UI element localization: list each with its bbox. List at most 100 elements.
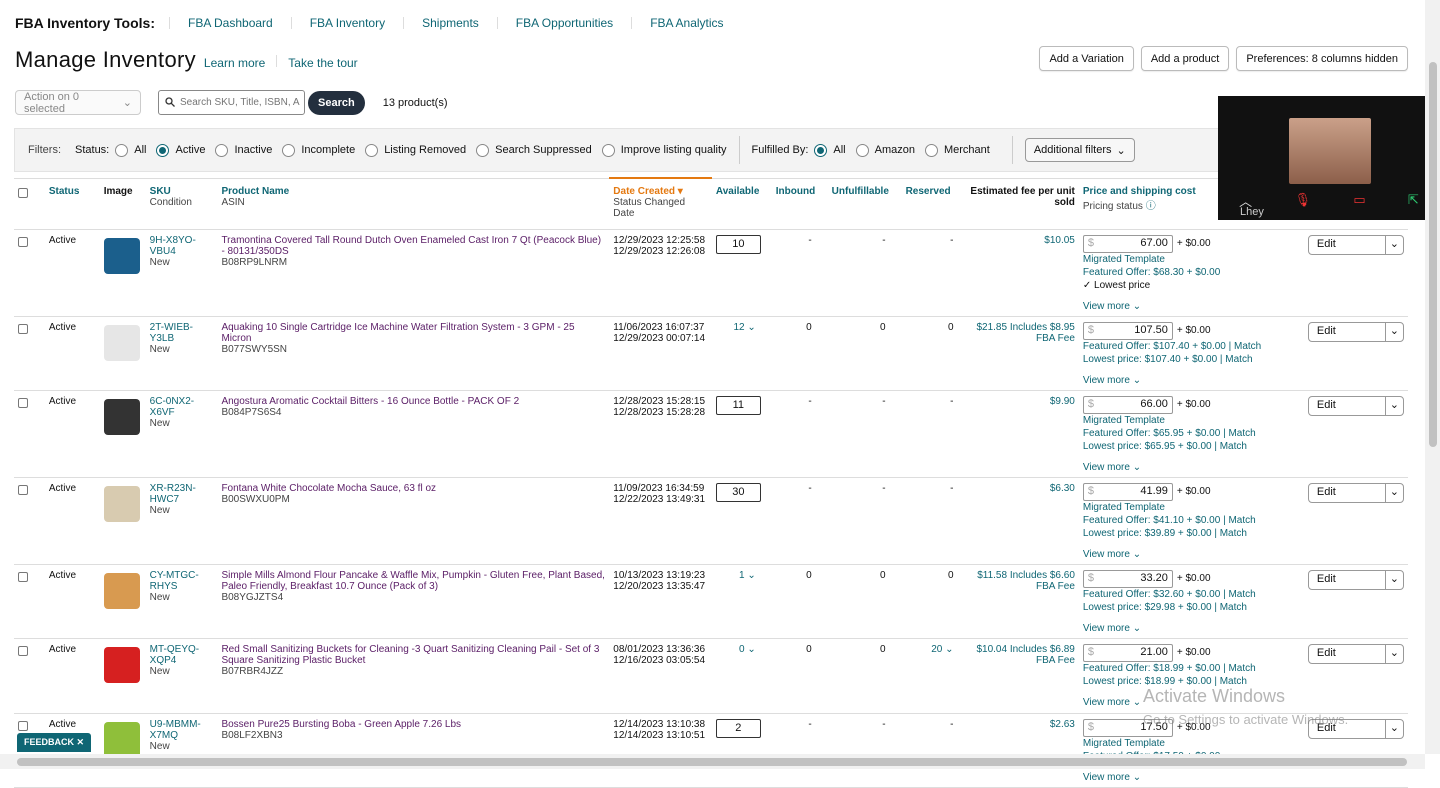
chevron-down-icon[interactable]: ⌄ [1385,571,1403,589]
view-more-link[interactable]: View more ⌄ [1083,623,1300,634]
vertical-scrollbar[interactable] [1425,0,1440,754]
product-image[interactable] [104,647,140,683]
price-input[interactable]: $66.00 [1083,396,1173,414]
take-tour-link[interactable]: Take the tour [288,56,357,70]
select-all-checkbox[interactable] [18,188,28,198]
header-unfulfillable[interactable]: Unfulfillable [828,178,902,229]
available-quantity-input[interactable]: 30 [716,483,761,502]
add-product-button[interactable]: Add a product [1141,46,1230,71]
header-available[interactable]: Available [712,178,772,229]
price-input[interactable]: $107.50 [1083,322,1173,340]
product-name-link[interactable]: Aquaking 10 Single Cartridge Ice Machine… [221,322,574,344]
add-variation-button[interactable]: Add a Variation [1039,46,1133,71]
video-call-overlay[interactable]: ︿ 🎙 ▭ ⇱ Lhey [1218,96,1440,220]
mic-muted-icon[interactable]: 🎙 [1294,192,1311,208]
row-checkbox[interactable] [18,721,28,731]
chevron-down-icon[interactable]: ⌄ [1385,720,1403,738]
sku-link[interactable]: U9-MBMM-X7MQ [150,719,201,741]
search-box[interactable] [158,90,305,115]
price-input[interactable]: $41.99 [1083,483,1173,501]
row-checkbox[interactable] [18,237,28,247]
sku-link[interactable]: CY-MTGC-RHYS [150,570,199,592]
nav-fba-opportunities[interactable]: FBA Opportunities [497,17,631,29]
header-product-name[interactable]: Product NameASIN [217,178,609,229]
product-name-link[interactable]: Tramontina Covered Tall Round Dutch Oven… [221,235,601,257]
available-quantity-dropdown[interactable]: 0 ⌄ [716,644,768,655]
sku-link[interactable]: 9H-X8YO-VBU4 [150,235,196,257]
feedback-button[interactable]: FEEDBACK ✕ [17,733,91,752]
preferences-button[interactable]: Preferences: 8 columns hidden [1236,46,1408,71]
status-improve-quality-radio[interactable]: Improve listing quality [602,144,727,157]
learn-more-link[interactable]: Learn more [204,56,265,70]
edit-button[interactable]: Edit⌄ [1308,322,1404,342]
pop-out-icon[interactable]: ⇱ [1408,192,1419,208]
row-checkbox[interactable] [18,646,28,656]
row-checkbox[interactable] [18,485,28,495]
chevron-down-icon[interactable]: ⌄ [1385,484,1403,502]
product-image[interactable] [104,399,140,435]
reserved-cell[interactable]: 20 ⌄ [902,638,962,713]
fulfilled-merchant-radio[interactable]: Merchant [925,144,990,157]
product-image[interactable] [104,573,140,609]
row-checkbox[interactable] [18,572,28,582]
status-all-radio[interactable]: All [115,144,146,157]
sku-link[interactable]: XR-R23N-HWC7 [150,483,196,505]
fulfilled-all-radio[interactable]: All [814,144,845,157]
header-status[interactable]: Status [45,178,100,229]
view-more-link[interactable]: View more ⌄ [1083,301,1300,312]
sku-link[interactable]: 2T-WIEB-Y3LB [150,322,193,344]
edit-button[interactable]: Edit⌄ [1308,483,1404,503]
horizontal-scrollbar[interactable] [0,754,1425,769]
view-more-link[interactable]: View more ⌄ [1083,772,1300,783]
search-input[interactable] [180,97,300,108]
status-incomplete-radio[interactable]: Incomplete [282,144,355,157]
chevron-down-icon[interactable]: ⌄ [1385,645,1403,663]
scroll-thumb[interactable] [17,758,1407,766]
price-input[interactable]: $67.00 [1083,235,1173,253]
available-quantity-input[interactable]: 10 [716,235,761,254]
search-button[interactable]: Search [308,91,365,115]
fulfilled-amazon-radio[interactable]: Amazon [856,144,915,157]
view-more-link[interactable]: View more ⌄ [1083,375,1300,386]
product-name-link[interactable]: Red Small Sanitizing Buckets for Cleanin… [221,644,599,666]
available-quantity-input[interactable]: 11 [716,396,761,415]
product-name-link[interactable]: Bossen Pure25 Bursting Boba - Green Appl… [221,719,461,730]
status-active-radio[interactable]: Active [156,144,205,157]
status-inactive-radio[interactable]: Inactive [215,144,272,157]
header-reserved[interactable]: Reserved [902,178,962,229]
available-quantity-dropdown[interactable]: 12 ⌄ [716,322,768,333]
product-image[interactable] [104,238,140,274]
nav-fba-dashboard[interactable]: FBA Dashboard [169,17,291,29]
additional-filters-button[interactable]: Additional filters⌄ [1025,138,1135,162]
header-sku[interactable]: SKUCondition [146,178,218,229]
edit-button[interactable]: Edit⌄ [1308,235,1404,255]
product-name-link[interactable]: Angostura Aromatic Cocktail Bitters - 16… [221,396,519,407]
edit-button[interactable]: Edit⌄ [1308,570,1404,590]
row-checkbox[interactable] [18,324,28,334]
camera-off-icon[interactable]: ▭ [1353,192,1365,208]
view-more-link[interactable]: View more ⌄ [1083,549,1300,560]
nav-fba-inventory[interactable]: FBA Inventory [291,17,403,29]
available-quantity-dropdown[interactable]: 1 ⌄ [716,570,768,581]
nav-fba-analytics[interactable]: FBA Analytics [631,17,741,29]
available-quantity-input[interactable]: 2 [716,719,761,738]
info-icon[interactable]: ⓘ [1146,201,1156,212]
chevron-down-icon[interactable]: ⌄ [1385,236,1403,254]
bulk-action-select[interactable]: Action on 0 selected ⌄ [15,90,141,115]
nav-shipments[interactable]: Shipments [403,17,497,29]
price-input[interactable]: $33.20 [1083,570,1173,588]
status-listing-removed-radio[interactable]: Listing Removed [365,144,466,157]
edit-button[interactable]: Edit⌄ [1308,396,1404,416]
product-name-link[interactable]: Fontana White Chocolate Mocha Sauce, 63 … [221,483,436,494]
sku-link[interactable]: MT-QEYQ-XQP4 [150,644,199,666]
chevron-down-icon[interactable]: ⌄ [1385,323,1403,341]
row-checkbox[interactable] [18,398,28,408]
header-inbound[interactable]: Inbound [772,178,828,229]
product-image[interactable] [104,325,140,361]
scroll-thumb[interactable] [1429,62,1437,447]
product-image[interactable] [104,722,140,758]
product-name-link[interactable]: Simple Mills Almond Flour Pancake & Waff… [221,570,605,592]
view-more-link[interactable]: View more ⌄ [1083,462,1300,473]
sku-link[interactable]: 6C-0NX2-X6VF [150,396,194,418]
header-date-created[interactable]: Date Created ▾Status Changed Date [609,178,712,229]
